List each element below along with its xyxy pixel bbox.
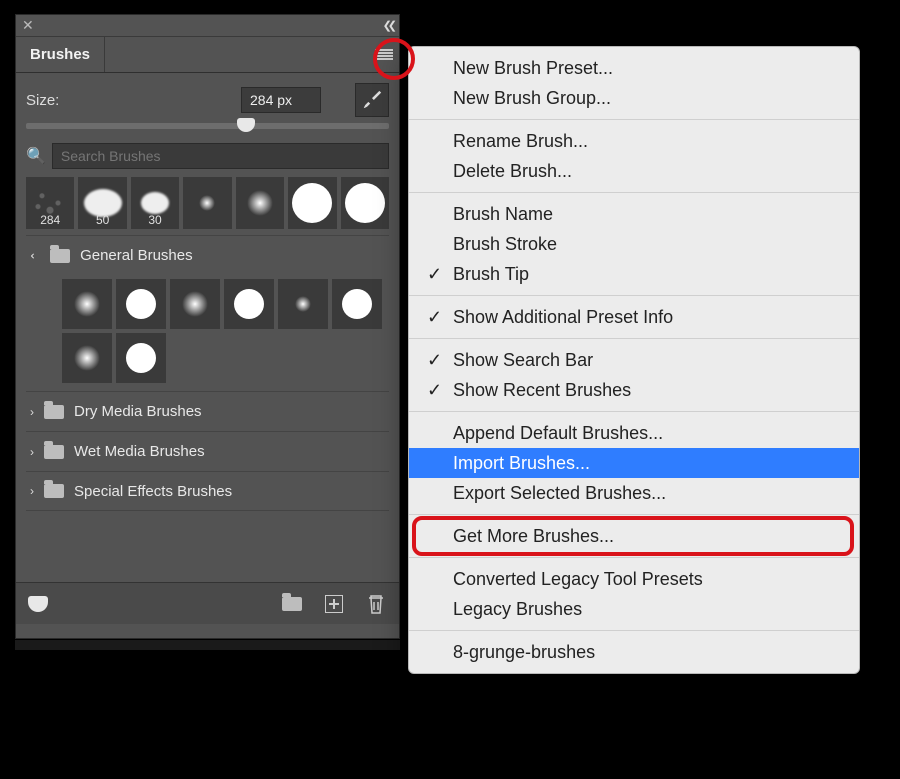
folder-dry[interactable]: › Dry Media Brushes — [26, 391, 389, 431]
menu-brush-name[interactable]: Brush Name — [409, 199, 859, 229]
folder-icon — [44, 484, 64, 498]
size-input[interactable] — [241, 87, 321, 113]
brush-thumb[interactable] — [183, 177, 231, 229]
brush-thumb[interactable] — [224, 279, 274, 329]
menu-append[interactable]: Append Default Brushes... — [409, 418, 859, 448]
brush-thumb[interactable] — [332, 279, 382, 329]
check-icon: ✓ — [427, 380, 442, 401]
menu-brush-tip[interactable]: ✓Brush Tip — [409, 259, 859, 289]
brush-thumb[interactable]: 50 — [78, 177, 126, 229]
menu-import[interactable]: Import Brushes... — [409, 448, 859, 478]
recent-brushes: 284 50 30 — [26, 177, 389, 229]
brush-thumb[interactable] — [116, 333, 166, 383]
plus-box-icon — [325, 595, 343, 613]
brush-thumb[interactable] — [236, 177, 284, 229]
flip-brush-button[interactable] — [355, 83, 389, 117]
menu-new-preset[interactable]: New Brush Preset... — [409, 53, 859, 83]
brush-thumb[interactable]: 30 — [131, 177, 179, 229]
open-folder-button[interactable] — [281, 594, 303, 614]
folder-wet[interactable]: › Wet Media Brushes — [26, 431, 389, 471]
folder-general[interactable]: ⌄ General Brushes — [26, 235, 389, 275]
menu-grunge[interactable]: 8-grunge-brushes — [409, 637, 859, 667]
menu-brush-stroke[interactable]: Brush Stroke — [409, 229, 859, 259]
slider-thumb[interactable] — [237, 118, 255, 132]
chevron-down-icon: ⌄ — [28, 250, 42, 260]
flyout-menu: New Brush Preset... New Brush Group... R… — [408, 46, 860, 674]
brush-thumb[interactable] — [288, 177, 336, 229]
brushes-panel: ✕ ❮❮ Brushes Size: 🔍 284 50 30 — [15, 14, 400, 639]
menu-delete[interactable]: Delete Brush... — [409, 156, 859, 186]
menu-rename[interactable]: Rename Brush... — [409, 126, 859, 156]
close-icon[interactable]: ✕ — [22, 17, 34, 34]
folder-label: Dry Media Brushes — [74, 403, 202, 420]
menu-legacy[interactable]: Legacy Brushes — [409, 594, 859, 624]
size-row: Size: — [26, 83, 389, 117]
check-icon: ✓ — [427, 264, 442, 285]
menu-export[interactable]: Export Selected Brushes... — [409, 478, 859, 508]
menu-show-recent[interactable]: ✓Show Recent Brushes — [409, 375, 859, 405]
size-label: Size: — [26, 92, 59, 109]
brush-icon — [361, 89, 383, 111]
brush-thumb[interactable] — [170, 279, 220, 329]
folder-icon — [44, 445, 64, 459]
menu-converted[interactable]: Converted Legacy Tool Presets — [409, 564, 859, 594]
brush-thumb[interactable] — [278, 279, 328, 329]
collapse-icon[interactable]: ❮❮ — [383, 19, 393, 32]
general-brush-grid — [26, 275, 389, 391]
tab-row: Brushes — [16, 37, 399, 73]
brush-thumb[interactable] — [341, 177, 389, 229]
menu-show-search[interactable]: ✓Show Search Bar — [409, 345, 859, 375]
hamburger-icon — [375, 49, 393, 61]
chevron-right-icon: › — [30, 405, 34, 419]
flyout-menu-button[interactable] — [369, 37, 399, 72]
folder-icon — [50, 249, 70, 263]
brush-thumb[interactable] — [62, 333, 112, 383]
menu-show-info[interactable]: ✓Show Additional Preset Info — [409, 302, 859, 332]
folder-icon — [282, 597, 302, 611]
tab-brushes[interactable]: Brushes — [16, 37, 105, 72]
check-icon: ✓ — [427, 307, 442, 328]
search-icon: 🔍 — [26, 146, 46, 166]
menu-get-more[interactable]: Get More Brushes... — [409, 521, 859, 551]
menu-new-group[interactable]: New Brush Group... — [409, 83, 859, 113]
panel-titlebar: ✕ ❮❮ — [16, 15, 399, 37]
delete-button[interactable] — [365, 594, 387, 614]
trash-icon — [367, 594, 385, 614]
new-brush-button[interactable] — [323, 594, 345, 614]
folder-label: Wet Media Brushes — [74, 443, 205, 460]
search-input[interactable] — [52, 143, 389, 169]
folder-label: General Brushes — [80, 247, 193, 264]
chevron-right-icon: › — [30, 445, 34, 459]
folder-fx[interactable]: › Special Effects Brushes — [26, 471, 389, 511]
brush-thumb[interactable] — [62, 279, 112, 329]
size-slider[interactable] — [26, 123, 389, 129]
preview-thumb[interactable] — [28, 596, 48, 612]
chevron-right-icon: › — [30, 484, 34, 498]
folder-icon — [44, 405, 64, 419]
check-icon: ✓ — [427, 350, 442, 371]
folder-label: Special Effects Brushes — [74, 483, 232, 500]
brush-thumb[interactable] — [116, 279, 166, 329]
brush-thumb[interactable]: 284 — [26, 177, 74, 229]
panel-footer — [16, 582, 399, 624]
